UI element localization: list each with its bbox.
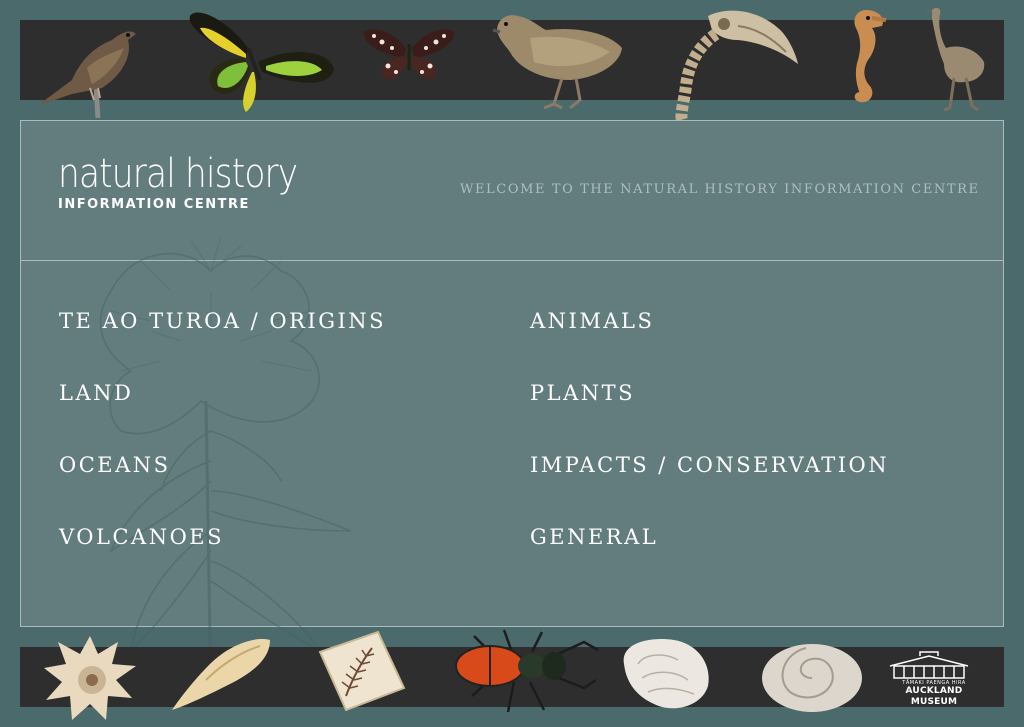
spiky-shell-icon bbox=[42, 632, 138, 722]
nav-link-land[interactable]: LAND bbox=[59, 381, 133, 405]
snail-shell-icon bbox=[760, 638, 866, 714]
stag-beetle-icon bbox=[434, 626, 600, 718]
fern-book-icon bbox=[316, 630, 406, 714]
brown-butterfly-icon bbox=[362, 26, 456, 82]
auckland-museum-logo[interactable]: TĀMAKI PAENGA HIRA AUCKLAND MUSEUM bbox=[884, 651, 984, 708]
nav-link-origins[interactable]: TE AO TUROA / ORIGINS bbox=[59, 309, 386, 333]
cone-shell-icon bbox=[170, 634, 274, 714]
nav-link-impacts-conservation[interactable]: IMPACTS / CONSERVATION bbox=[530, 453, 889, 477]
main-panel: natural history INFORMATION CENTRE WELCO… bbox=[20, 120, 1004, 702]
nav-link-animals[interactable]: ANIMALS bbox=[530, 309, 654, 333]
site-logo[interactable]: natural history INFORMATION CENTRE bbox=[58, 153, 336, 212]
welcome-message: WELCOME TO THE NATURAL HISTORY INFORMATI… bbox=[460, 182, 980, 197]
nav-link-general[interactable]: GENERAL bbox=[530, 525, 658, 549]
nautilus-shell-icon bbox=[618, 634, 712, 714]
museum-name: AUCKLAND MUSEUM bbox=[905, 686, 963, 707]
quail-icon bbox=[490, 8, 626, 110]
green-butterfly-icon bbox=[186, 8, 336, 114]
skeleton-icon bbox=[668, 6, 800, 122]
moa-icon bbox=[924, 4, 992, 112]
bird-icon bbox=[32, 18, 142, 120]
nav-link-oceans[interactable]: OCEANS bbox=[59, 453, 171, 477]
logo-subtitle: INFORMATION CENTRE bbox=[58, 197, 250, 212]
museum-building-icon bbox=[889, 651, 969, 679]
nav-link-volcanoes[interactable]: VOLCANOES bbox=[59, 525, 224, 549]
logo-title: natural history bbox=[58, 151, 298, 197]
nav-link-plants[interactable]: PLANTS bbox=[530, 381, 635, 405]
seahorse-icon bbox=[842, 6, 888, 106]
